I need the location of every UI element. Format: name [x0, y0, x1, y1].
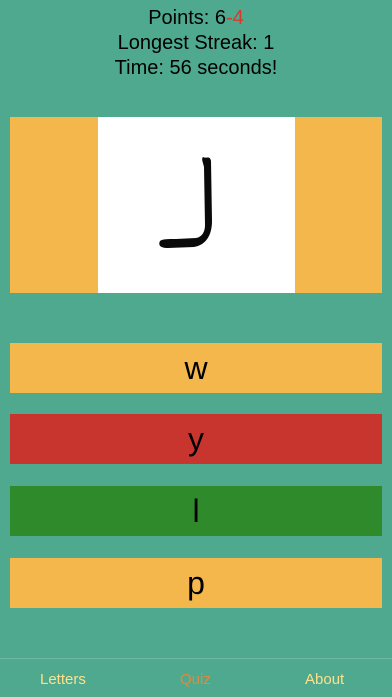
answer-option-1-label: w — [184, 350, 208, 386]
tab-letters[interactable]: Letters — [40, 671, 86, 688]
letter-card — [98, 117, 295, 293]
tab-bar: Letters Quiz About — [0, 658, 392, 697]
points-penalty: -4 — [226, 7, 244, 29]
arabic-letter-lam-glyph — [159, 157, 212, 248]
tab-quiz[interactable]: Quiz — [180, 671, 211, 688]
answer-option-4-label: p — [187, 565, 205, 601]
answer-option-3-correct[interactable]: l — [10, 486, 382, 536]
elapsed-time: Time: 56 seconds! — [114, 57, 278, 79]
answer-option-4[interactable]: p — [10, 558, 382, 608]
longest-streak: Longest Streak: 1 — [117, 32, 275, 54]
answer-option-3-label: l — [192, 493, 200, 529]
answer-option-2-incorrect[interactable]: y — [10, 414, 382, 464]
stats-panel: Points: 6-4 Longest Streak: 1 Time: 56 s… — [0, 6, 392, 81]
tab-about[interactable]: About — [305, 671, 344, 688]
points-label: Points: 6 — [148, 7, 227, 29]
answer-option-2-label: y — [188, 421, 204, 457]
answer-option-1[interactable]: w — [10, 343, 382, 393]
points-line: Points: 6-4 — [0, 6, 392, 31]
